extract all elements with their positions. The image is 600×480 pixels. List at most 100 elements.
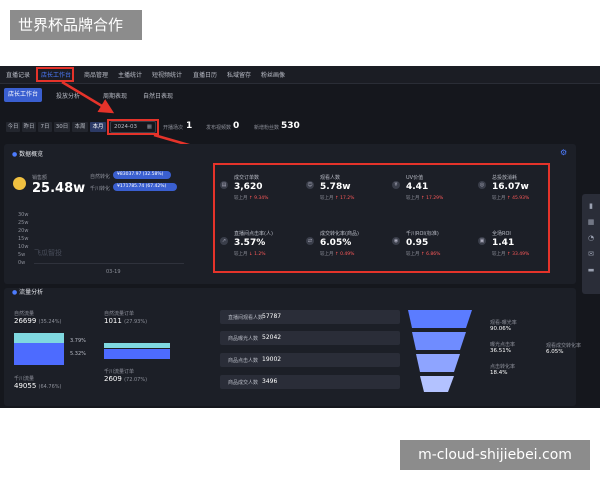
metric-change-qc-roi: 较上月 ↑ 6.86% xyxy=(406,251,440,257)
funnel-label: 直播间观看人数 xyxy=(228,315,264,321)
natural-traffic-number: 26699 xyxy=(14,317,37,325)
sales-trend-chart: 30w 25w 20w 15w 10w 5w 0w 03-19 飞瓜智投 xyxy=(14,212,194,278)
rate-value-view-exposure: 90.06% xyxy=(490,326,511,332)
funnel-label: 商品成交人数 xyxy=(228,380,259,386)
metric-value-overall-roi: 1.41 xyxy=(492,238,515,248)
natural-traffic-pct: (35.24%) xyxy=(38,319,62,325)
sales-label: 销售额 xyxy=(32,175,48,181)
metric-value-conversion: 6.05% xyxy=(320,238,352,248)
natural-orders-pct: (27.93%) xyxy=(124,319,148,325)
paid-conversion-label: 千川转化 xyxy=(90,186,111,192)
metric-sub-label: 较上月 xyxy=(492,252,506,257)
grid-icon[interactable]: ▦ xyxy=(587,218,595,226)
paid-orders-value: 2609 (72.07%) xyxy=(104,375,147,383)
mid-pct-2: 5.32% xyxy=(70,351,86,357)
rate-label-view-deal: 观看成交转化率 xyxy=(546,343,582,349)
metric-label-uv: UV价值 xyxy=(406,175,424,181)
natural-orders-bar xyxy=(104,343,170,348)
metric-change-value: ↑ 17.2% xyxy=(334,196,355,201)
funnel-row-clicks: 商品点击人数 19002 xyxy=(220,353,400,367)
metric-label-viewers: 观看人数 xyxy=(320,175,341,181)
y-tick-10w: 10w xyxy=(18,244,29,250)
traffic-title-text: 流量分析 xyxy=(19,289,44,296)
natural-traffic-bar xyxy=(14,333,64,343)
metric-value-viewers: 5.78w xyxy=(320,182,351,192)
metric-sub-label: 较上月 xyxy=(406,196,420,201)
side-toolbar: ▮ ▦ ◔ ✉ ▬ xyxy=(582,194,600,294)
x-tick-date: 03-19 xyxy=(106,269,121,275)
metric-change-spend: 较上月 ↑ 45.93% xyxy=(492,195,529,201)
overall-roi-icon: ▣ xyxy=(478,237,486,245)
overview-title: ● 数据概览 xyxy=(12,149,43,158)
natural-conversion-pill: ¥83037.97 (32.58%) xyxy=(113,171,171,179)
funnel-stage-3 xyxy=(416,354,460,372)
bar-chart-icon[interactable]: ▮ xyxy=(587,202,595,210)
metric-value-orders: 3,620 xyxy=(234,182,263,192)
rate-label-view-exposure: 观看-曝光率 xyxy=(490,320,517,326)
mid-pct-1: 3.79% xyxy=(70,338,86,344)
paid-orders-bar xyxy=(104,349,170,359)
paid-orders-pct: (72.07%) xyxy=(124,377,148,383)
viewers-icon: ☺ xyxy=(306,181,314,189)
y-tick-20w: 20w xyxy=(18,228,29,234)
caption-website: m-cloud-shijiebei.com xyxy=(400,440,590,470)
mail-icon[interactable]: ✉ xyxy=(587,250,595,258)
funnel-value: 52042 xyxy=(262,334,282,341)
pie-chart-icon[interactable]: ◔ xyxy=(587,234,595,242)
orders-icon: ▤ xyxy=(220,181,228,189)
funnel-stage-1 xyxy=(408,310,472,328)
funnel-value: 57787 xyxy=(262,313,282,320)
metric-change-value: ↑ 17.29% xyxy=(420,196,444,201)
metric-change-conversion: 较上月 ↑ 0.49% xyxy=(320,251,354,257)
ad-spend-icon: ◎ xyxy=(478,181,486,189)
y-tick-30w: 30w xyxy=(18,212,29,218)
y-tick-15w: 15w xyxy=(18,236,29,242)
paid-traffic-label: 千川流量 xyxy=(14,376,35,382)
traffic-title: ● 流量分析 xyxy=(12,287,43,296)
metric-value-qc-roi: 0.95 xyxy=(406,238,429,248)
rate-label-click-conversion: 点击转化率 xyxy=(490,364,516,370)
funnel-row-deals: 商品成交人数 3496 xyxy=(220,375,400,389)
metric-change-uv: 较上月 ↑ 17.29% xyxy=(406,195,443,201)
metrics-grid: ▤ 成交订单数 3,620 较上月 ↑ 9.34% ☺ 观看人数 5.78w 较… xyxy=(220,174,540,266)
paid-orders-number: 2609 xyxy=(104,375,122,383)
metric-sub-label: 较上月 xyxy=(320,252,334,257)
metric-change-value: ↑ 6.86% xyxy=(420,252,441,257)
metric-change-viewers: 较上月 ↑ 17.2% xyxy=(320,195,354,201)
y-tick-5w: 5w xyxy=(18,252,26,258)
metric-change-orders: 较上月 ↑ 9.34% xyxy=(234,195,268,201)
conversion-icon: ⇄ xyxy=(306,237,314,245)
metric-sub-label: 较上月 xyxy=(492,196,506,201)
message-icon[interactable]: ▬ xyxy=(587,266,595,274)
overview-title-text: 数据概览 xyxy=(19,151,44,158)
metric-label-orders: 成交订单数 xyxy=(234,175,260,181)
funnel-label: 商品曝光人数 xyxy=(228,336,259,342)
rate-value-view-deal: 6.05% xyxy=(546,349,564,355)
metric-label-overall-roi: 全场ROI xyxy=(492,231,511,237)
sales-value: 25.48w xyxy=(32,181,86,196)
metric-change-value: ↑ 33.49% xyxy=(506,252,530,257)
metric-label-conversion: 成交转化率(商品) xyxy=(320,231,359,237)
funnel-value: 3496 xyxy=(262,378,278,385)
funnel-label: 商品点击人数 xyxy=(228,358,259,364)
funnel-stage-2 xyxy=(412,332,466,350)
metric-label-spend: 总投放消耗 xyxy=(492,175,518,181)
metric-sub-label: 较上月 xyxy=(234,196,248,201)
paid-traffic-value: 49055 (64.76%) xyxy=(14,382,61,390)
settings-gear-icon[interactable]: ⚙ xyxy=(560,148,567,157)
click-rate-icon: ↗ xyxy=(220,237,228,245)
natural-traffic-label: 自然流量 xyxy=(14,311,35,317)
metric-sub-label: 较上月 xyxy=(234,252,248,257)
y-tick-25w: 25w xyxy=(18,220,29,226)
funnel-stage-4 xyxy=(420,376,454,392)
metric-value-click-rate: 3.57% xyxy=(234,238,266,248)
uv-value-icon: ¥ xyxy=(392,181,400,189)
metric-change-value: ↑ 0.49% xyxy=(334,252,355,257)
natural-orders-label: 自然流量订单 xyxy=(104,311,135,317)
rate-value-click-conversion: 18.4% xyxy=(490,370,508,376)
metric-sub-label: 较上月 xyxy=(406,252,420,257)
natural-orders-value: 1011 (27.93%) xyxy=(104,317,147,325)
metric-change-click-rate: 较上月 ↓ 1.2% xyxy=(234,251,266,257)
x-axis-line xyxy=(34,263,184,264)
funnel-value: 19002 xyxy=(262,356,282,363)
